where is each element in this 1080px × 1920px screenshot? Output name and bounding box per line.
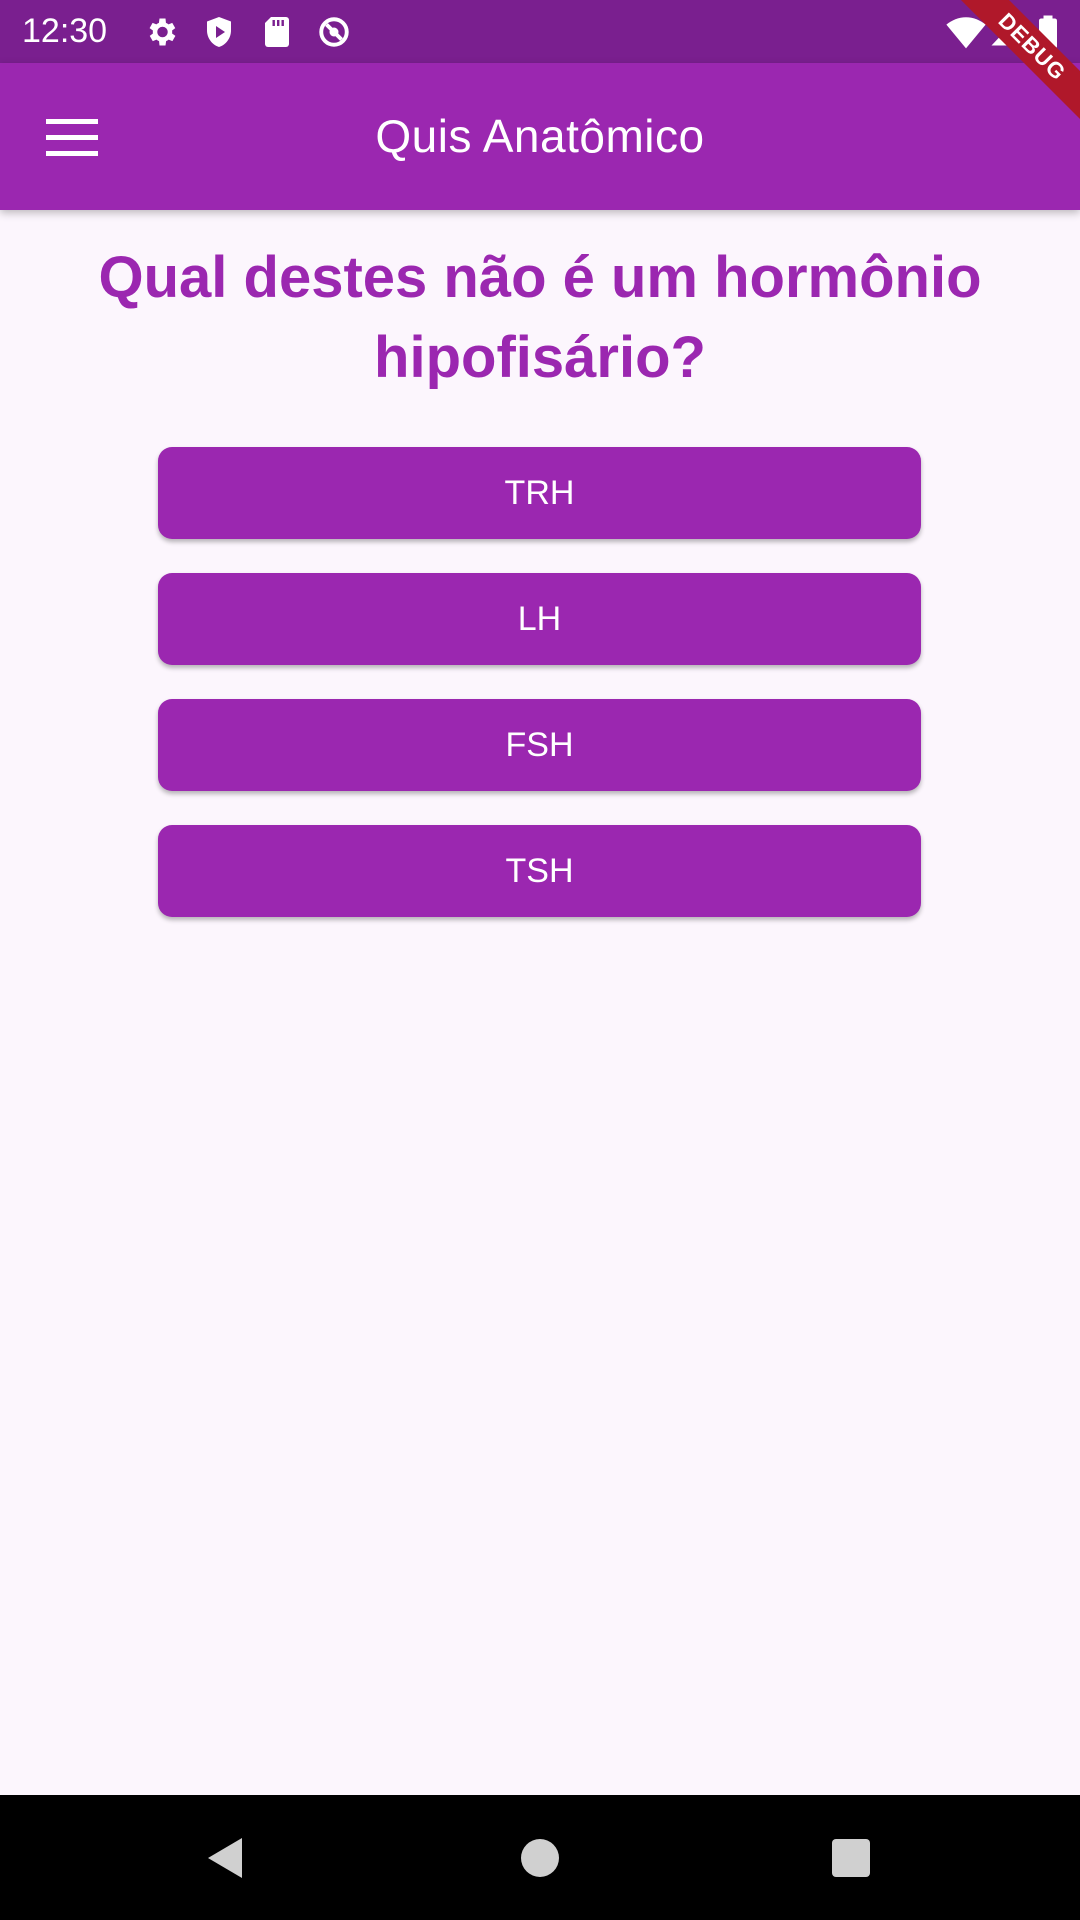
app-bar: Quis Anatômico (0, 63, 1080, 210)
navigation-bar (0, 1795, 1080, 1920)
quiz-question: Qual destes não é um hormônio hipofisári… (98, 245, 982, 390)
status-bar: 12:30 (0, 0, 1080, 63)
sync-icon (316, 14, 352, 50)
gear-icon (143, 14, 179, 50)
answer-list: TRH LH FSH TSH (158, 447, 921, 951)
app-title: Quis Anatômico (375, 110, 705, 162)
wifi-icon (944, 14, 988, 50)
sd-card-icon (259, 14, 295, 50)
signal-icon (990, 14, 1020, 50)
recents-icon[interactable] (830, 1837, 872, 1884)
answer-button-lh[interactable]: LH (158, 573, 921, 665)
battery-icon (1036, 14, 1060, 50)
answer-button-fsh[interactable]: FSH (158, 699, 921, 791)
back-icon[interactable] (202, 1835, 246, 1886)
shield-icon (201, 14, 237, 50)
answer-button-trh[interactable]: TRH (158, 447, 921, 539)
home-icon[interactable] (518, 1836, 562, 1885)
answer-button-tsh[interactable]: TSH (158, 825, 921, 917)
status-time: 12:30 (22, 12, 108, 50)
